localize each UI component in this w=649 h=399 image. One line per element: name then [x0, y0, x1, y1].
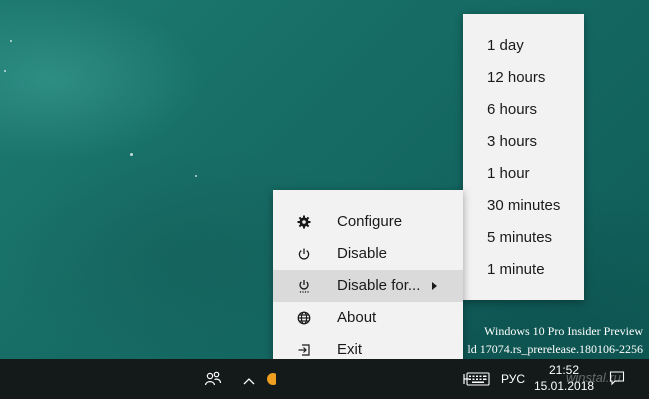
menu-item-label: Disable	[337, 245, 388, 262]
exit-icon	[297, 343, 311, 357]
chevron-up-icon[interactable]	[243, 373, 255, 391]
submenu-item-6-hours[interactable]: 6 hours	[463, 94, 584, 126]
submenu-item-30-minutes[interactable]: 30 minutes	[463, 190, 584, 222]
menu-item-label: Disable for...	[337, 277, 421, 294]
tray-app-icon[interactable]	[266, 372, 279, 391]
gear-icon	[297, 215, 311, 229]
submenu-item-3-hours[interactable]: 3 hours	[463, 126, 584, 158]
build-watermark: Windows 10 Pro Insider Preview ld 17074.…	[467, 322, 643, 358]
wallpaper-fleck	[130, 153, 133, 156]
submenu-item-12-hours[interactable]: 12 hours	[463, 62, 584, 94]
power-icon	[297, 247, 311, 261]
submenu-item-label: 5 minutes	[487, 229, 553, 246]
menu-item-about[interactable]: About	[273, 302, 463, 334]
watermark-line-2: ld 17074.rs_prerelease.180106-2256	[467, 342, 643, 356]
globe-icon	[297, 311, 311, 325]
submenu-item-label: 12 hours	[487, 69, 546, 86]
wallpaper-fleck	[10, 40, 12, 42]
submenu-item-label: 6 hours	[487, 101, 538, 118]
watermark-line-1: Windows 10 Pro Insider Preview	[484, 324, 643, 338]
submenu-item-label: 30 minutes	[487, 197, 561, 214]
action-center-icon[interactable]	[609, 370, 625, 391]
wallpaper-fleck	[4, 70, 6, 72]
people-icon[interactable]	[204, 370, 222, 393]
submenu-arrow-icon	[432, 282, 437, 290]
menu-item-label: About	[337, 309, 377, 326]
submenu-item-1-day[interactable]: 1 day	[463, 30, 584, 62]
menu-item-label: Exit	[337, 341, 363, 358]
input-language[interactable]: РУС	[501, 372, 525, 386]
submenu-item-1-minute[interactable]: 1 minute	[463, 254, 584, 286]
menu-item-disable[interactable]: Disable	[273, 238, 463, 270]
menu-item-label: Configure	[337, 213, 403, 230]
submenu-item-label: 1 hour	[487, 165, 530, 182]
submenu-item-1-hour[interactable]: 1 hour	[463, 158, 584, 190]
disable-for-submenu: 1 day 12 hours 6 hours 3 hours 1 hour 30…	[463, 14, 584, 300]
submenu-item-label: 3 hours	[487, 133, 538, 150]
wallpaper-fleck	[195, 175, 197, 177]
submenu-item-5-minutes[interactable]: 5 minutes	[463, 222, 584, 254]
submenu-item-label: 1 day	[487, 37, 524, 54]
power-timer-icon	[297, 279, 311, 293]
taskbar: РУС 21:52 15.01.2018 winstal.ru	[0, 359, 649, 399]
menu-item-configure[interactable]: Configure	[273, 206, 463, 238]
submenu-item-label: 1 minute	[487, 261, 545, 278]
keyboard-icon[interactable]	[466, 371, 490, 392]
